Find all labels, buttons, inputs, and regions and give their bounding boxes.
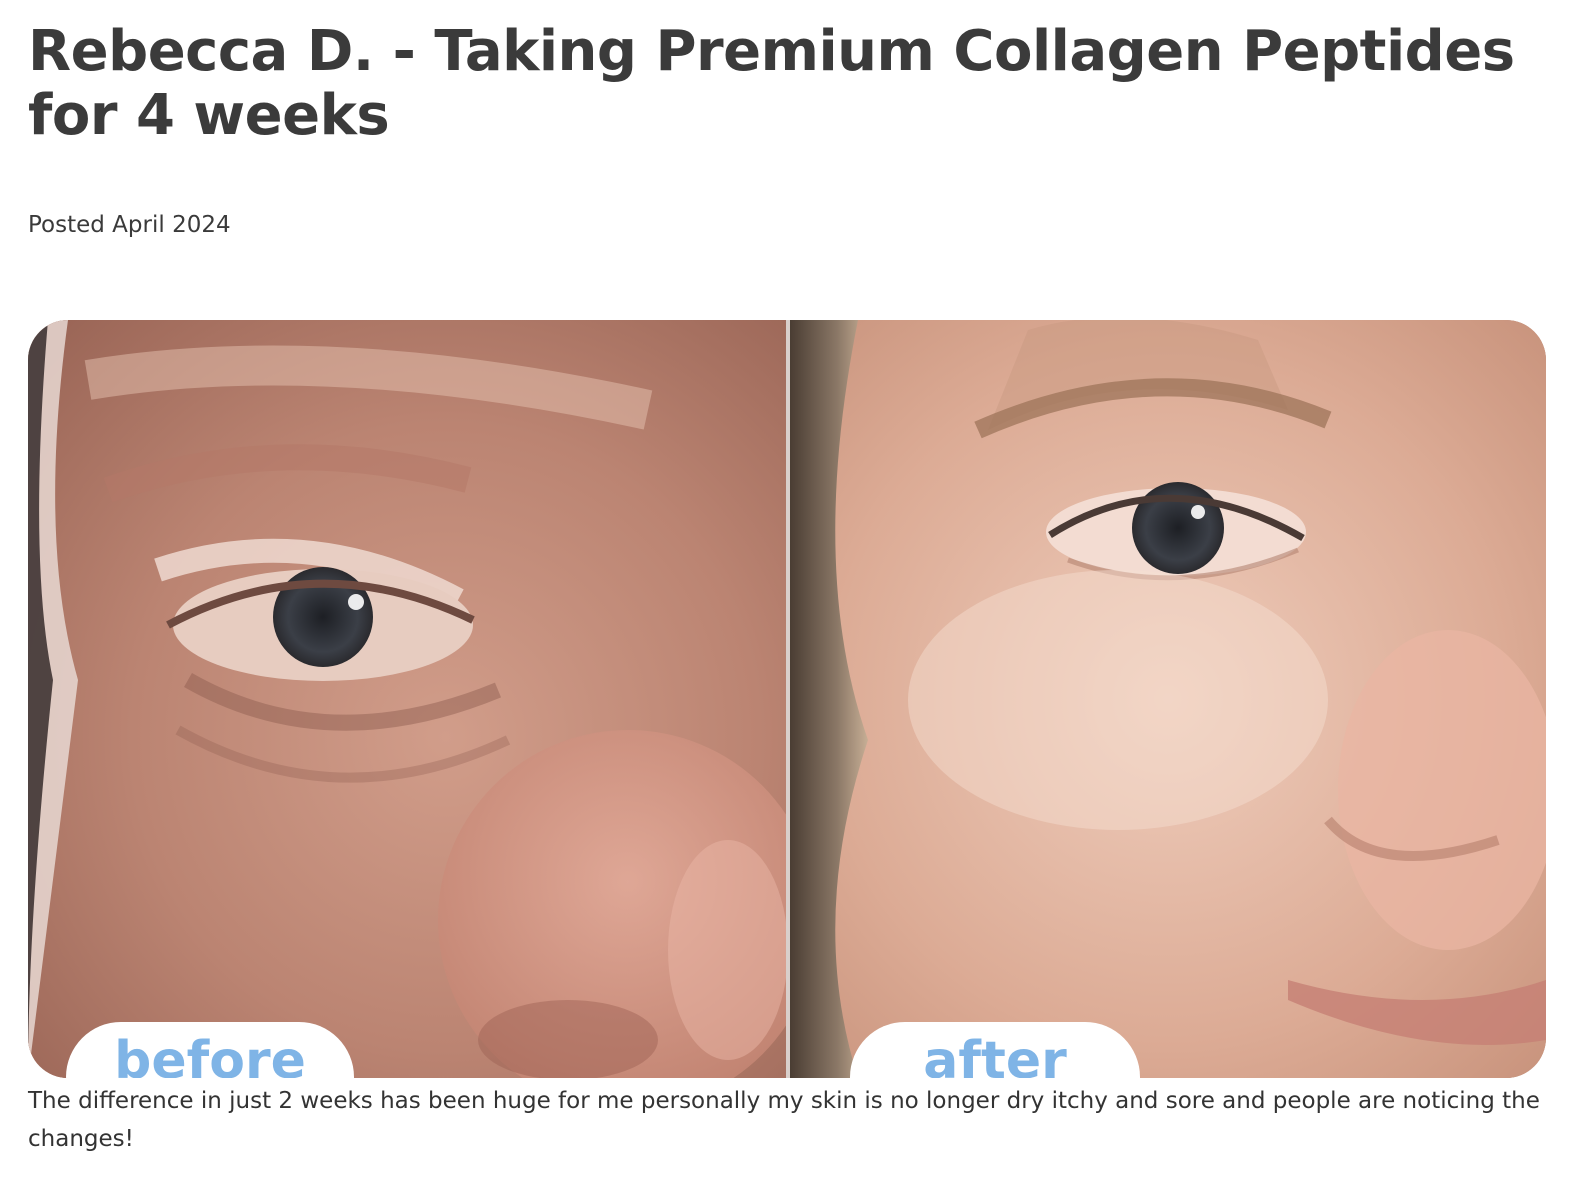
review-title: Rebecca D. - Taking Premium Collagen Pep… <box>28 19 1515 148</box>
after-face-image <box>790 320 1546 1078</box>
before-after-photo: before after <box>28 320 1546 1078</box>
before-face-image <box>28 320 818 1078</box>
before-label: before <box>114 1031 306 1078</box>
after-label: after <box>923 1031 1067 1078</box>
review-body: The difference in just 2 weeks has been … <box>28 1088 1540 1152</box>
posted-date: Posted April 2024 <box>28 212 231 238</box>
